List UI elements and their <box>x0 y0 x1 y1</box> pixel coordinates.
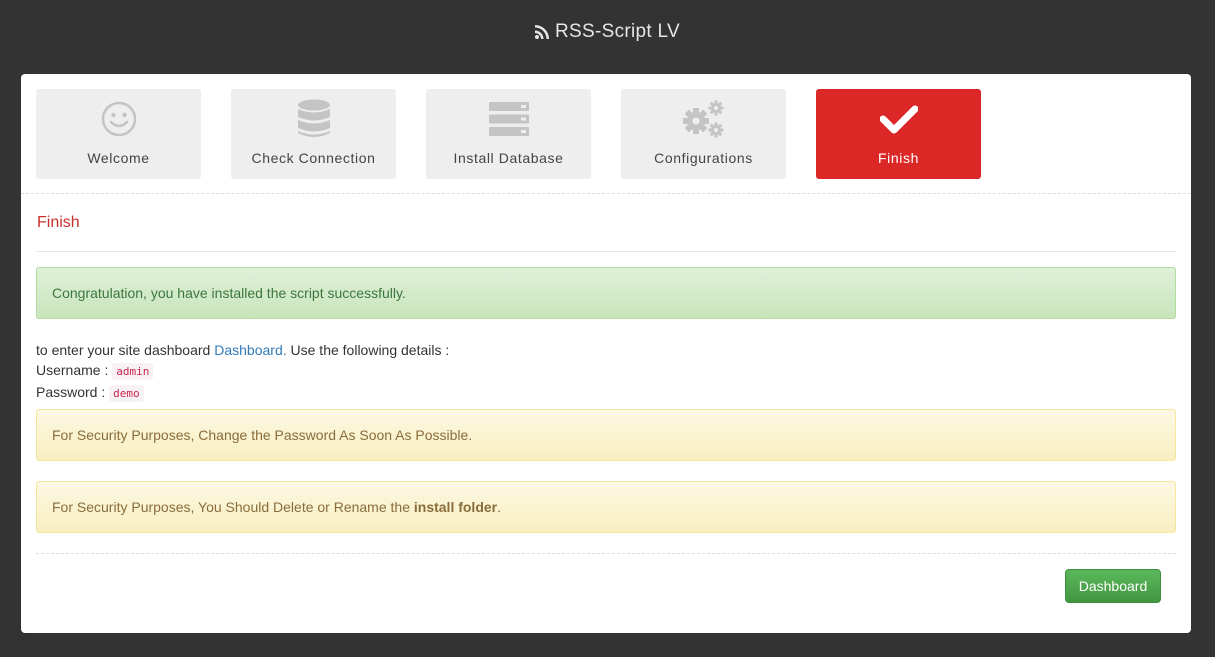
intro-text: to enter your site dashboard <box>36 342 215 358</box>
step-label: Install Database <box>453 150 564 166</box>
intro-suffix: Use the following details : <box>286 342 450 358</box>
step-finish[interactable]: Finish <box>816 89 981 179</box>
app-brand[interactable]: RSS-Script LV <box>535 21 680 43</box>
login-details: to enter your site dashboard Dashboard. … <box>36 340 449 404</box>
password-label: Password : <box>36 384 110 400</box>
success-alert: Congratulation, you have installed the s… <box>36 267 1176 319</box>
success-message: Congratulation, you have installed the s… <box>52 285 406 301</box>
folder-warning-text: For Security Purposes, You Should Delete… <box>52 499 414 515</box>
step-label: Configurations <box>654 150 753 166</box>
wizard-steps: Welcome Check Connection Install Databas… <box>36 89 981 179</box>
step-welcome[interactable]: Welcome <box>36 89 201 179</box>
folder-warning-alert: For Security Purposes, You Should Delete… <box>36 481 1176 533</box>
step-label: Check Connection <box>251 150 376 166</box>
top-bar: RSS-Script LV <box>0 0 1215 64</box>
dashboard-link[interactable]: Dashboard. <box>214 342 286 358</box>
database-icon <box>297 99 330 137</box>
step-check-connection[interactable]: Check Connection <box>231 89 396 179</box>
folder-warning-message: For Security Purposes, You Should Delete… <box>52 499 501 515</box>
section-title: Finish <box>37 214 80 231</box>
smiley-icon <box>101 101 136 137</box>
step-label: Finish <box>878 150 919 166</box>
app-title: RSS-Script LV <box>555 21 680 42</box>
password-row: Password : demo <box>36 382 449 404</box>
gears-icon <box>682 100 723 138</box>
steps-divider <box>21 193 1191 194</box>
password-value: demo <box>109 385 144 402</box>
step-configurations[interactable]: Configurations <box>621 89 786 179</box>
install-folder-text: install folder <box>413 499 498 515</box>
step-install-database[interactable]: Install Database <box>426 89 591 179</box>
username-label: Username : <box>36 362 113 378</box>
username-row: Username : admin <box>36 360 449 382</box>
checkmark-icon <box>879 105 918 134</box>
footer-divider <box>36 553 1176 554</box>
password-warning-alert: For Security Purposes, Change the Passwo… <box>36 409 1176 461</box>
rss-icon <box>535 25 549 39</box>
server-icon <box>488 102 529 136</box>
dashboard-button[interactable]: Dashboard <box>1065 569 1161 603</box>
title-divider <box>36 251 1176 252</box>
installer-panel: Welcome Check Connection Install Databas… <box>21 74 1191 633</box>
folder-warning-period: . <box>497 499 501 515</box>
details-intro: to enter your site dashboard Dashboard. … <box>36 340 449 360</box>
password-warning-message: For Security Purposes, Change the Passwo… <box>52 427 473 443</box>
step-label: Welcome <box>87 150 150 166</box>
username-value: admin <box>112 363 154 380</box>
